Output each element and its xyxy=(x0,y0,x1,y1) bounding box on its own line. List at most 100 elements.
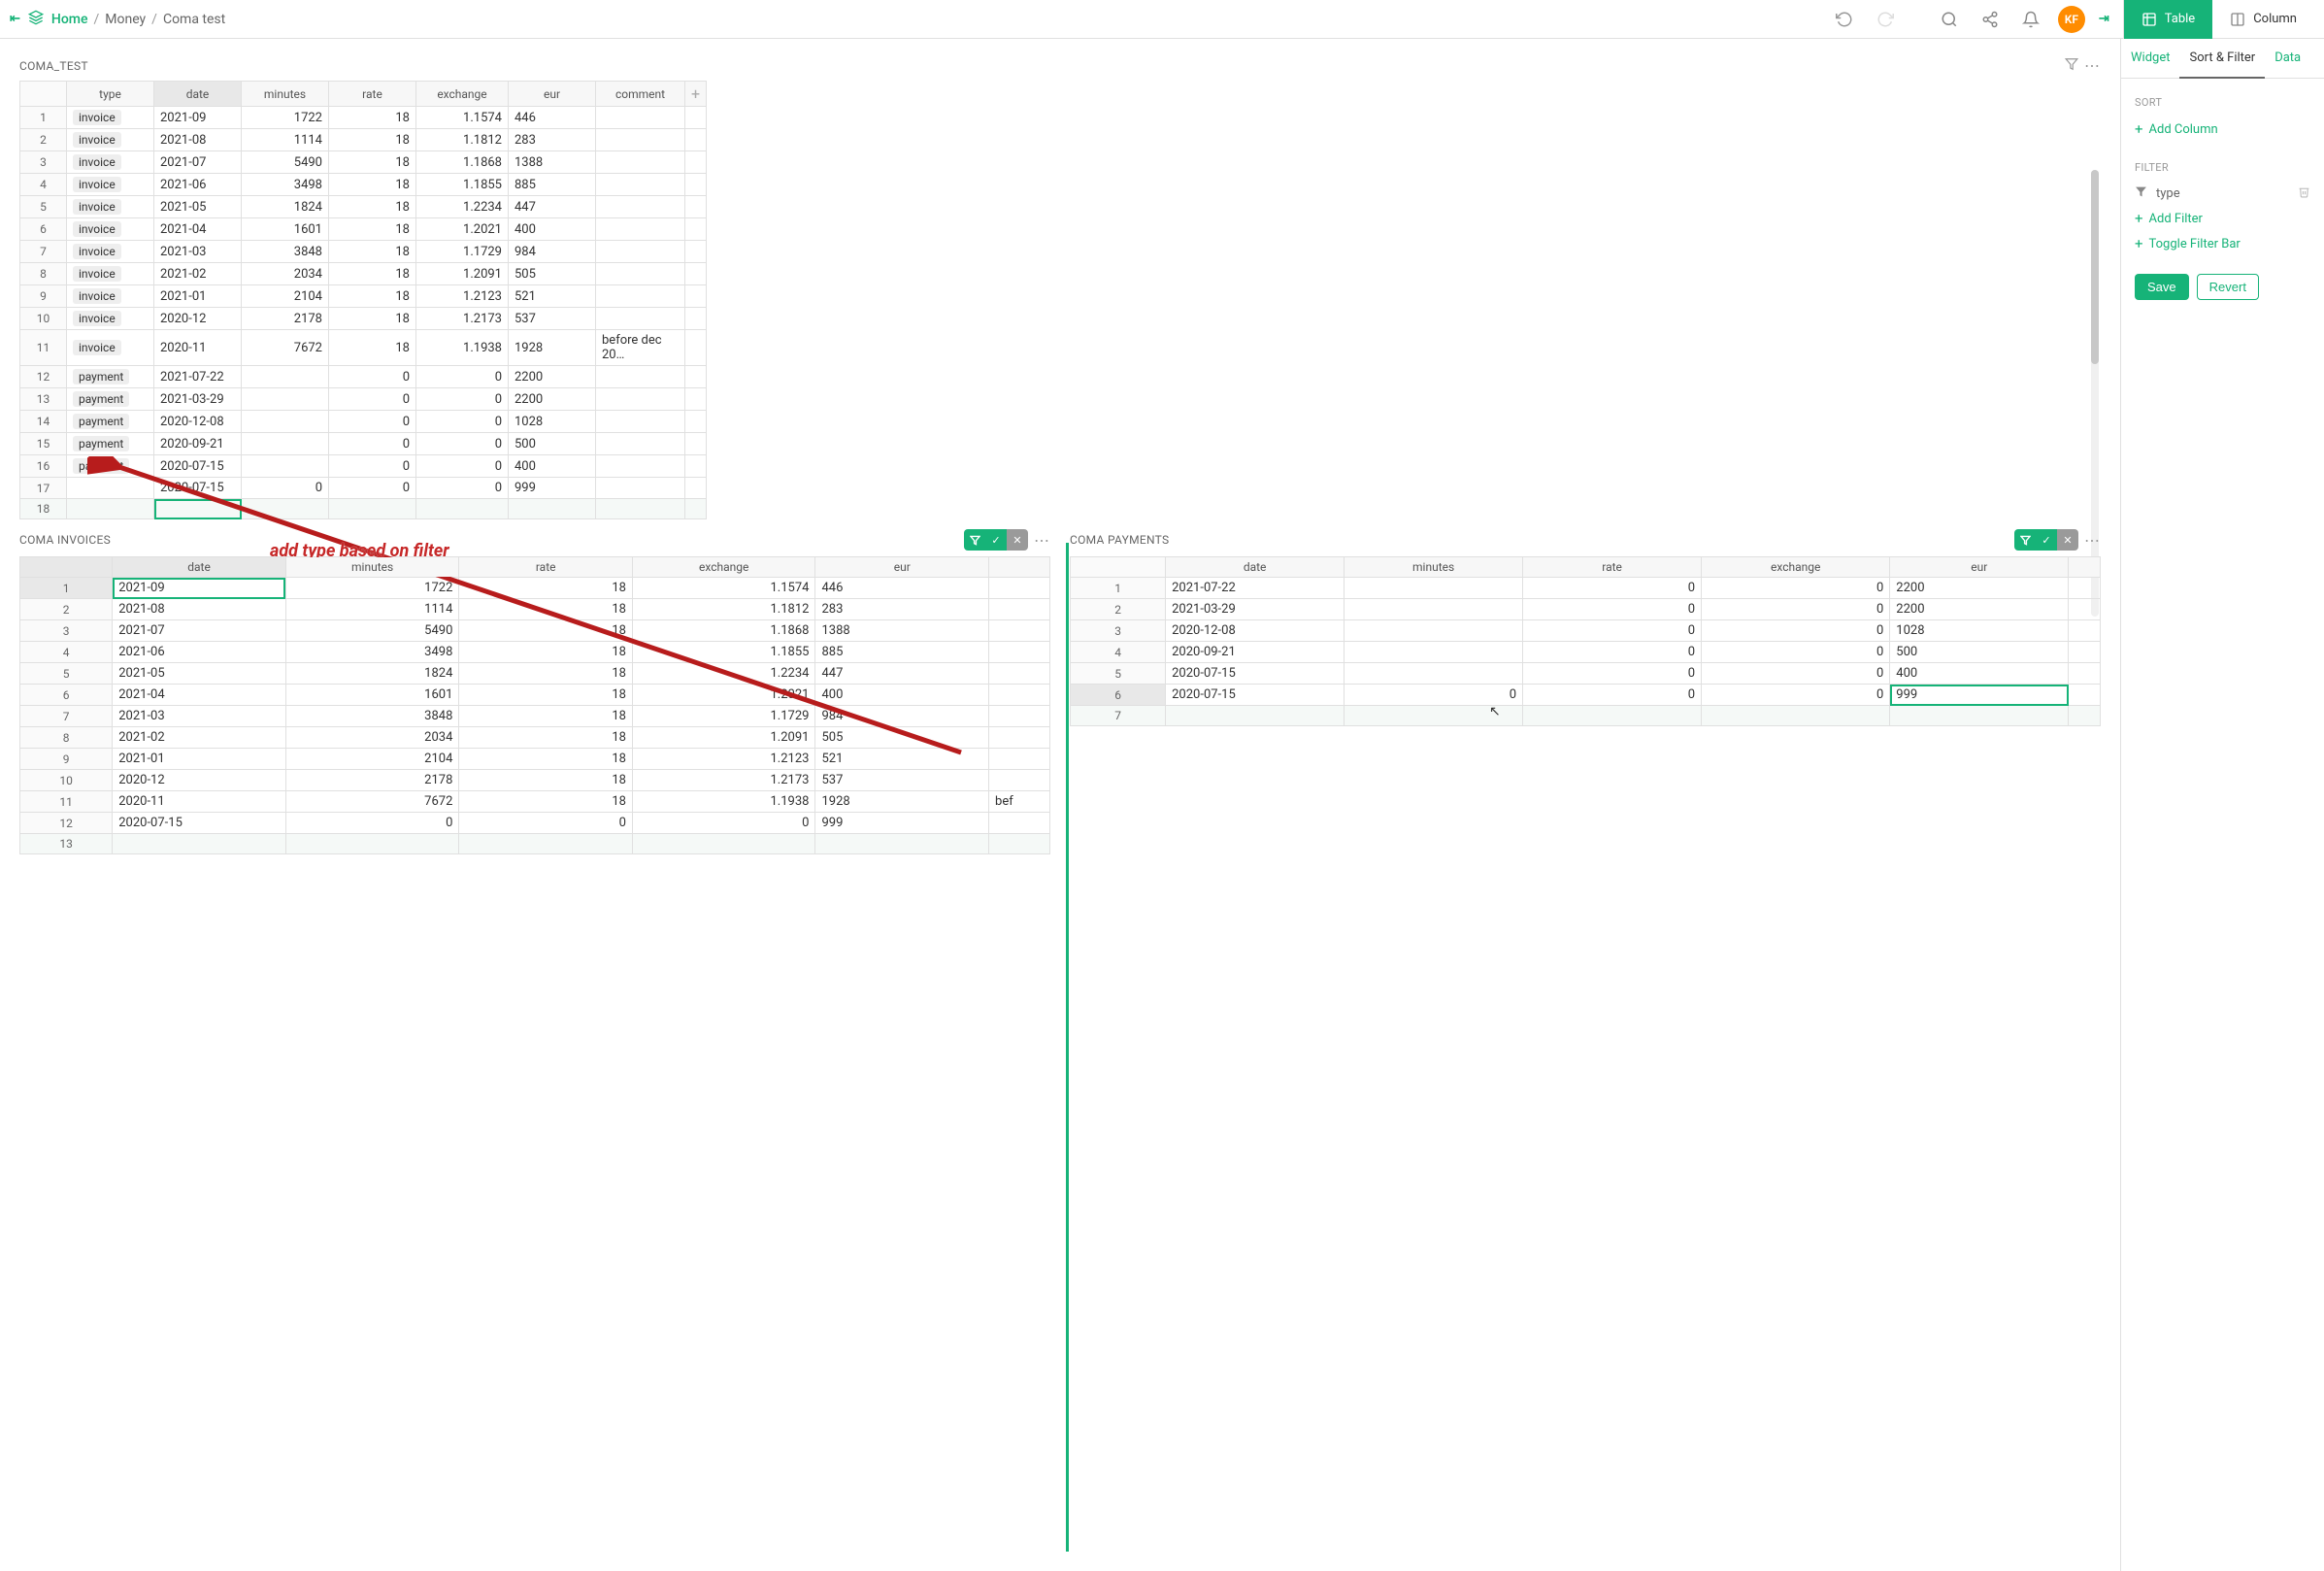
col-rate[interactable]: rate xyxy=(329,82,416,107)
col-eur[interactable]: eur xyxy=(509,82,596,107)
col-date[interactable]: date xyxy=(154,82,242,107)
table-row[interactable]: 7invoice2021-033848181.1729984 xyxy=(20,241,707,263)
table-row[interactable]: 9invoice2021-012104181.2123521 xyxy=(20,285,707,308)
table-row[interactable]: 22021-03-29002200 xyxy=(1071,599,2101,620)
x-icon[interactable]: ✕ xyxy=(2057,529,2078,551)
table-row[interactable]: 62020-07-15000999 xyxy=(1071,685,2101,706)
table-row[interactable]: 122020-07-15000999 xyxy=(20,813,1050,834)
table-row[interactable]: 12payment2021-07-22002200 xyxy=(20,366,707,388)
col-minutes[interactable]: minutes xyxy=(1345,557,1523,578)
toggle-filter-bar[interactable]: +Toggle Filter Bar xyxy=(2135,231,2310,256)
col-minutes[interactable]: minutes xyxy=(285,557,459,578)
table-row[interactable]: 6invoice2021-041601181.2021400 xyxy=(20,218,707,241)
layers-icon[interactable] xyxy=(28,10,44,29)
funnel-icon xyxy=(2135,185,2148,202)
table-row[interactable]: 32021-075490181.18681388 xyxy=(20,620,1050,642)
table-row[interactable]: 22021-081114181.1812283 xyxy=(20,599,1050,620)
check-icon[interactable]: ✓ xyxy=(985,529,1007,551)
breadcrumb-doc[interactable]: Coma test xyxy=(163,12,225,27)
collapse-sidebar-icon[interactable]: ⇤ xyxy=(10,12,20,26)
panel-tab-widget[interactable]: Widget xyxy=(2121,39,2179,78)
col-rate[interactable]: rate xyxy=(459,557,633,578)
section-menu-icon[interactable]: ⋯ xyxy=(2084,56,2101,75)
avatar[interactable]: KF xyxy=(2058,6,2085,33)
revert-button[interactable]: Revert xyxy=(2197,274,2259,300)
col-comment[interactable]: comment xyxy=(596,82,685,107)
panel-tab-data[interactable]: Data xyxy=(2265,39,2310,78)
table-row[interactable]: 52020-07-1500400 xyxy=(1071,663,2101,685)
add-filter[interactable]: +Add Filter xyxy=(2135,206,2310,231)
table-row[interactable]: 10invoice2020-122178181.2173537 xyxy=(20,308,707,330)
col-date[interactable]: date xyxy=(1166,557,1345,578)
section-menu-icon[interactable]: ⋯ xyxy=(1034,531,1050,550)
grid-coma-test[interactable]: type date minutes rate exchange eur comm… xyxy=(19,81,707,519)
table-row[interactable]: 8invoice2021-022034181.2091505 xyxy=(20,263,707,285)
table-row[interactable]: 42021-063498181.1855885 xyxy=(20,642,1050,663)
section-title: COMA INVOICES xyxy=(19,533,964,547)
new-row[interactable]: 13 xyxy=(20,834,1050,854)
col-date[interactable]: date xyxy=(113,557,286,578)
col-exchange[interactable]: exchange xyxy=(1702,557,1890,578)
table-row[interactable]: 32020-12-08001028 xyxy=(1071,620,2101,642)
table-row[interactable]: 102020-122178181.2173537 xyxy=(20,770,1050,791)
undo-icon[interactable] xyxy=(1831,6,1858,33)
col-eur[interactable]: eur xyxy=(1890,557,2069,578)
table-row[interactable]: 1invoice2021-091722181.1574446 xyxy=(20,107,707,129)
table-row[interactable]: 82021-022034181.2091505 xyxy=(20,727,1050,749)
new-row[interactable]: 18 xyxy=(20,499,707,519)
table-row[interactable]: 15payment2020-09-2100500 xyxy=(20,433,707,455)
table-row[interactable]: 5invoice2021-051824181.2234447 xyxy=(20,196,707,218)
table-row[interactable]: 13payment2021-03-29002200 xyxy=(20,388,707,411)
redo-icon[interactable] xyxy=(1872,6,1899,33)
add-column-icon[interactable]: + xyxy=(685,82,707,107)
add-sort-column[interactable]: +Add Column xyxy=(2135,117,2310,142)
table-row[interactable]: 92021-012104181.2123521 xyxy=(20,749,1050,770)
col-eur[interactable]: eur xyxy=(815,557,989,578)
table-row[interactable]: 62021-041601181.2021400 xyxy=(20,685,1050,706)
search-icon[interactable] xyxy=(1936,6,1963,33)
section-title: COMA_TEST xyxy=(19,59,2065,73)
table-row[interactable]: 172020-07-15000999 xyxy=(20,478,707,499)
table-row[interactable]: 4invoice2021-063498181.1855885 xyxy=(20,174,707,196)
view-tabs: Table Column xyxy=(2123,0,2314,39)
breadcrumb-home[interactable]: Home xyxy=(51,12,88,27)
x-icon[interactable]: ✕ xyxy=(1007,529,1028,551)
table-row[interactable]: 14payment2020-12-08001028 xyxy=(20,411,707,433)
col-minutes[interactable]: minutes xyxy=(242,82,329,107)
col-exchange[interactable]: exchange xyxy=(416,82,509,107)
tab-table[interactable]: Table xyxy=(2124,0,2212,39)
new-row[interactable]: 7 xyxy=(1071,706,2101,726)
table-row[interactable]: 3invoice2021-075490181.18681388 xyxy=(20,151,707,174)
breadcrumb: Home / Money / Coma test xyxy=(51,12,225,27)
col-exchange[interactable]: exchange xyxy=(632,557,815,578)
filter-item-type[interactable]: type xyxy=(2135,182,2310,206)
table-row[interactable]: 2invoice2021-081114181.1812283 xyxy=(20,129,707,151)
filter-pill-group[interactable]: ✓ ✕ xyxy=(964,529,1028,551)
trash-icon[interactable] xyxy=(2298,185,2310,202)
col-type[interactable]: type xyxy=(67,82,154,107)
panel-tab-sort-filter[interactable]: Sort & Filter xyxy=(2179,39,2265,79)
expand-panel-icon[interactable]: ⇥ xyxy=(2099,12,2109,26)
table-row[interactable]: 12021-091722181.1574446 xyxy=(20,578,1050,599)
section-menu-icon[interactable]: ⋯ xyxy=(2084,531,2101,550)
grid-coma-invoices[interactable]: date minutes rate exchange eur 12021-091… xyxy=(19,556,1050,854)
grid-coma-payments[interactable]: date minutes rate exchange eur 12021-07-… xyxy=(1070,556,2101,726)
table-row[interactable]: 112020-117672181.19381928bef xyxy=(20,791,1050,813)
share-icon[interactable] xyxy=(1976,6,2004,33)
table-row[interactable]: 72021-033848181.1729984 xyxy=(20,706,1050,727)
filter-indicator-icon[interactable] xyxy=(2065,57,2078,75)
tab-column[interactable]: Column xyxy=(2212,0,2314,39)
check-icon[interactable]: ✓ xyxy=(2036,529,2057,551)
table-row[interactable]: 52021-051824181.2234447 xyxy=(20,663,1050,685)
table-row[interactable]: 12021-07-22002200 xyxy=(1071,578,2101,599)
filter-pill-group[interactable]: ✓ ✕ xyxy=(2014,529,2078,551)
save-button[interactable]: Save xyxy=(2135,274,2189,300)
section-coma-invoices: COMA INVOICES ✓ ✕ ⋯ date minute xyxy=(19,529,1050,1552)
breadcrumb-workspace[interactable]: Money xyxy=(105,12,146,27)
bell-icon[interactable] xyxy=(2017,6,2044,33)
col-rate[interactable]: rate xyxy=(1523,557,1702,578)
table-row[interactable]: 42020-09-2100500 xyxy=(1071,642,2101,663)
active-section-indicator xyxy=(1066,543,1069,1552)
table-row[interactable]: 11invoice2020-117672181.19381928before d… xyxy=(20,330,707,366)
table-row[interactable]: 16payment2020-07-1500400 xyxy=(20,455,707,478)
